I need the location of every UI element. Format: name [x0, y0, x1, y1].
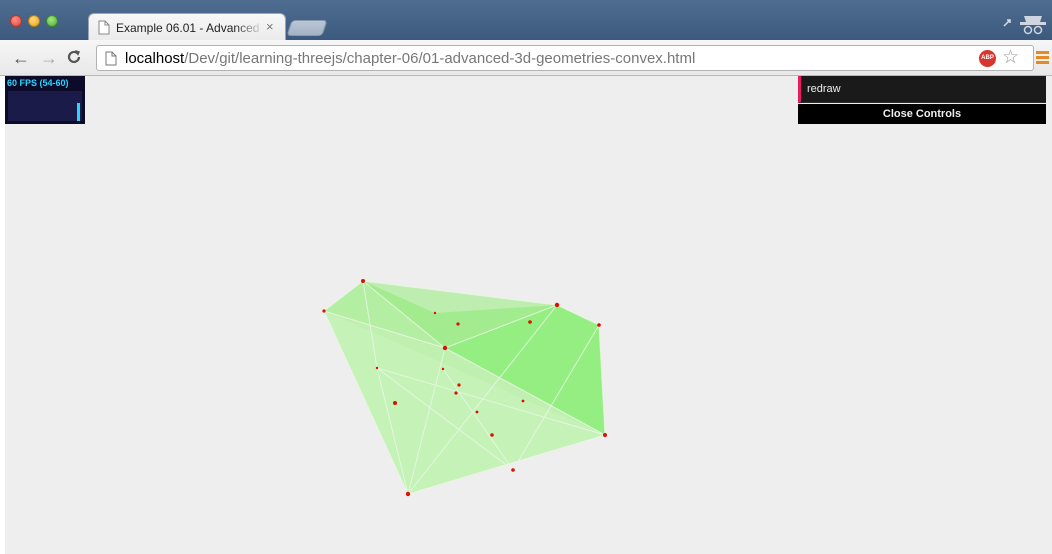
tab-active[interactable]: Example 06.01 - Advanced 3D geometries -… [88, 13, 286, 41]
url-path: /Dev/git/learning-threejs/chapter-06/01-… [184, 50, 696, 67]
bookmark-star-icon[interactable]: ☆ [1002, 47, 1019, 69]
url-host: localhost [125, 50, 185, 67]
convex-hull [324, 281, 605, 494]
close-window-button[interactable] [10, 15, 22, 27]
redraw-button[interactable]: redraw [798, 76, 1046, 103]
vertex-point [456, 322, 460, 326]
fps-label: 60 FPS (54-60) [7, 78, 69, 88]
vertex-point [528, 320, 532, 324]
chrome-menu-icon[interactable] [1036, 51, 1049, 66]
page-icon [98, 20, 110, 35]
convex-hull-scene[interactable] [5, 76, 1052, 554]
vertex-point [442, 345, 448, 351]
url-text[interactable]: localhost/Dev/git/learning-threejs/chapt… [125, 50, 695, 67]
fps-graph [8, 91, 82, 121]
back-arrow-icon[interactable]: ← [12, 48, 30, 68]
reload-icon[interactable] [66, 48, 82, 66]
zoom-window-button[interactable] [46, 15, 58, 27]
vertex-point [475, 410, 479, 414]
vertex-point [597, 323, 601, 327]
fps-meter[interactable]: 60 FPS (54-60) [5, 76, 85, 124]
page-info-icon[interactable] [105, 51, 117, 66]
vertex-point [441, 367, 445, 371]
controls-panel: redraw Close Controls [798, 76, 1046, 124]
redraw-label: redraw [807, 83, 841, 95]
incognito-icon [1003, 16, 1046, 35]
vertex-point [554, 302, 560, 308]
vertex-point [375, 366, 379, 370]
vertex-point [457, 383, 461, 387]
vertex-point [361, 279, 365, 283]
vertex-point [511, 468, 515, 472]
vertex-point [603, 433, 607, 437]
fps-bar [77, 103, 80, 121]
new-tab-button[interactable] [286, 20, 328, 36]
vertex-point [322, 309, 326, 313]
close-controls-button[interactable]: Close Controls [798, 104, 1046, 124]
vertex-point [393, 401, 397, 405]
adblock-icon[interactable]: ABP [979, 50, 996, 67]
tab-title: Example 06.01 - Advanced 3D geometries -… [116, 21, 264, 35]
vertex-point [454, 391, 458, 395]
vertex-point [405, 491, 411, 497]
tab-close-icon[interactable]: × [266, 20, 274, 34]
forward-arrow-icon[interactable]: → [40, 48, 58, 68]
minimize-window-button[interactable] [28, 15, 40, 27]
webgl-viewport[interactable]: 60 FPS (54-60) redraw Close Controls [5, 76, 1052, 554]
address-bar[interactable]: localhost/Dev/git/learning-threejs/chapt… [96, 45, 1034, 71]
browser-toolbar: ← → localhost/Dev/git/learning-threejs/c… [0, 40, 1052, 76]
browser-titlebar: Example 06.01 - Advanced 3D geometries -… [0, 0, 1052, 41]
vertex-point [490, 433, 494, 437]
vertex-point [433, 311, 437, 315]
vertex-point [521, 399, 525, 403]
